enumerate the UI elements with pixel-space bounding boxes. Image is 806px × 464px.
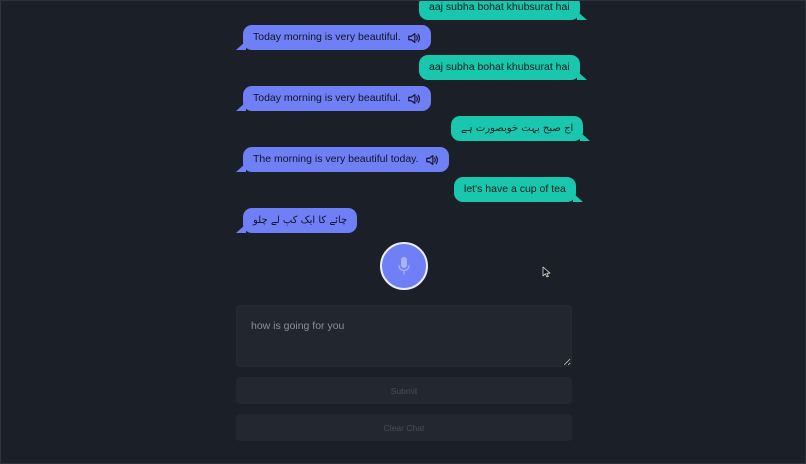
user-message: aaj subha bohat khubsurat hai [419,1,587,20]
user-message: اج صبح بہت خوبصورت ہے [451,116,591,141]
message-text: اج صبح بہت خوبصورت ہے [461,123,574,134]
user-message: aaj subha bohat khubsurat hai [419,55,587,80]
speaker-icon[interactable] [425,153,439,167]
bot-message: چائے کا ایک کپ لے چلو [235,208,358,233]
speaker-icon[interactable] [407,31,421,45]
message-input[interactable] [236,305,572,367]
bot-message: Today morning is very beautiful. [236,86,431,111]
speaker-icon[interactable] [407,92,421,106]
bot-message: Today morning is very beautiful. [236,25,431,50]
microphone-icon [397,256,411,276]
bot-message: The morning is very beautiful today. [236,147,449,172]
message-text: aaj subha bohat khubsurat hai [429,1,570,13]
microphone-button[interactable] [380,242,428,290]
chat-history: aaj subha bohat khubsurat hai Today morn… [1,1,805,237]
message-text: The morning is very beautiful today. [253,153,419,165]
message-text: Today morning is very beautiful. [253,31,401,43]
message-text: Today morning is very beautiful. [253,92,401,104]
user-message: let's have a cup of tea [454,177,583,202]
message-text: let's have a cup of tea [464,183,566,195]
message-input-wrapper [236,305,572,367]
message-text: چائے کا ایک کپ لے چلو [253,215,348,226]
mouse-cursor-icon [542,265,552,278]
app-window: aaj subha bohat khubsurat hai Today morn… [0,0,806,464]
submit-button[interactable]: Submit [236,377,572,404]
message-text: aaj subha bohat khubsurat hai [429,61,570,73]
clear-chat-button[interactable]: Clear Chat [236,414,572,441]
